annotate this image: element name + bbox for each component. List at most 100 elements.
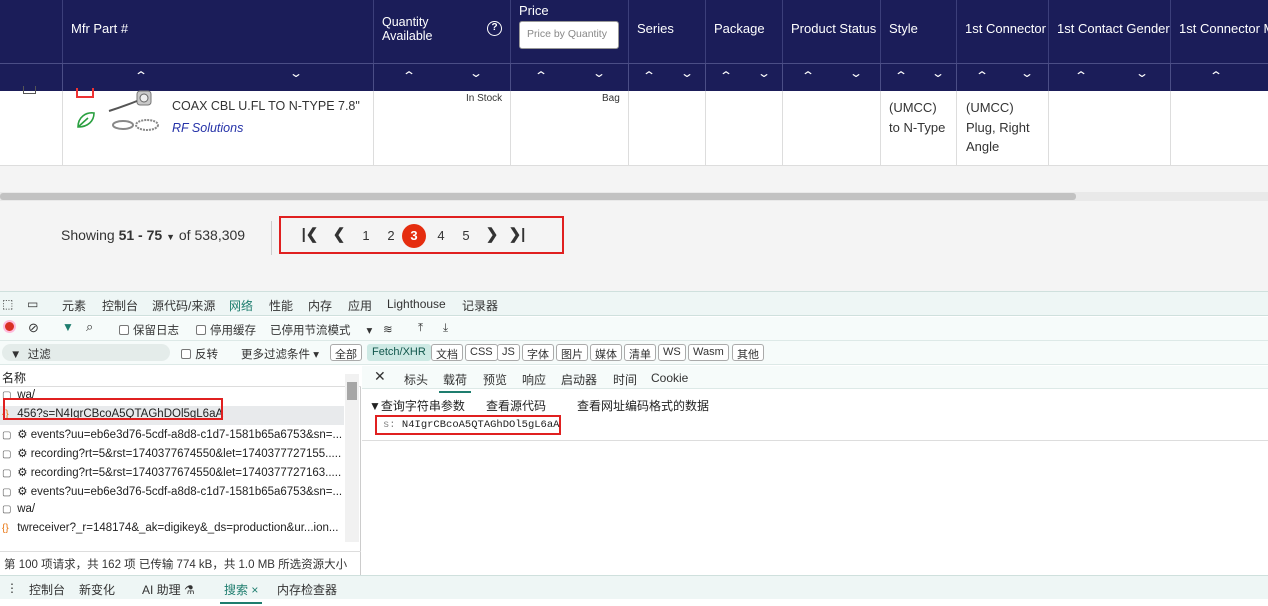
- view-source-link[interactable]: 查看源代码: [486, 397, 546, 414]
- sort-ascending-icon[interactable]: ⌃: [534, 69, 548, 83]
- filter-input[interactable]: ▼ 过滤: [2, 344, 170, 361]
- sort-ascending-icon[interactable]: ⌃: [975, 69, 989, 83]
- request-row[interactable]: ▢ ⚙ recording?rt=5&rst=1740377674550&let…: [0, 444, 344, 463]
- tab-elements[interactable]: 元素: [62, 297, 86, 314]
- tab-preview[interactable]: 预览: [483, 371, 507, 388]
- caret-down-icon[interactable]: ▼: [166, 232, 175, 242]
- inspect-element-icon[interactable]: ⬚: [2, 297, 13, 311]
- drawer-menu-icon[interactable]: ⋮: [6, 581, 18, 595]
- request-row[interactable]: {} twreceiver?_r=148174&_ak=digikey&_ds=…: [0, 520, 344, 539]
- tab-sources[interactable]: 源代码/来源: [152, 297, 215, 314]
- filter-chip-manifest[interactable]: 清单: [624, 344, 656, 361]
- query-param-row[interactable]: s: N4IgrCBcoA5QTAGhDOl5gL6aA: [375, 415, 561, 435]
- tab-application[interactable]: 应用: [348, 297, 372, 314]
- search-icon[interactable]: ⌕: [86, 319, 93, 335]
- first-page-icon[interactable]: |❮: [300, 225, 320, 243]
- help-icon[interactable]: ?: [487, 21, 502, 36]
- filter-chip-ws[interactable]: WS: [658, 344, 686, 361]
- tab-recorder[interactable]: 记录器: [462, 297, 498, 314]
- filter-chip-wasm[interactable]: Wasm: [688, 344, 729, 361]
- tab-performance[interactable]: 性能: [269, 297, 293, 314]
- filter-chip-font[interactable]: 字体: [522, 344, 554, 361]
- export-har-icon[interactable]: ⤓: [443, 322, 448, 335]
- column-package[interactable]: Package: [706, 0, 783, 63]
- view-url-encoded-link[interactable]: 查看网址编码格式的数据: [577, 397, 709, 414]
- column-mfr-part[interactable]: Mfr Part #: [63, 0, 374, 63]
- more-filters-dropdown[interactable]: 更多过滤条件 ▾: [241, 346, 319, 362]
- vertical-scrollbar[interactable]: [345, 374, 359, 542]
- sort-ascending-icon[interactable]: ⌃: [402, 69, 416, 83]
- column-product-status[interactable]: Product Status: [783, 0, 881, 63]
- tab-cookies[interactable]: Cookie: [651, 371, 688, 385]
- page-4[interactable]: 4: [431, 228, 451, 243]
- request-row[interactable]: ▢ wa/: [0, 501, 344, 520]
- sort-ascending-icon[interactable]: ⌃: [801, 69, 815, 83]
- tab-memory[interactable]: 内存: [308, 297, 332, 314]
- preserve-log-checkbox[interactable]: 保留日志: [119, 322, 179, 338]
- page-1[interactable]: 1: [356, 228, 376, 243]
- drawer-tab-search[interactable]: 搜索 ×: [219, 581, 263, 604]
- import-har-icon[interactable]: ⤒: [418, 322, 423, 335]
- sort-ascending-icon[interactable]: ⌃: [1209, 69, 1223, 83]
- close-icon[interactable]: ✕: [374, 368, 386, 385]
- sort-ascending-icon[interactable]: ⌃: [1074, 69, 1088, 83]
- column-1st-connector[interactable]: 1st Connector: [957, 0, 1049, 63]
- column-contact-gender[interactable]: 1st Contact Gender: [1049, 0, 1171, 63]
- filter-chip-css[interactable]: CSS: [465, 344, 498, 361]
- manufacturer-link[interactable]: RF Solutions: [172, 119, 243, 139]
- price-quantity-input[interactable]: Price by Quantity: [519, 21, 619, 49]
- drawer-tab-console[interactable]: 控制台: [29, 581, 65, 598]
- tab-payload[interactable]: 载荷: [438, 371, 472, 393]
- filter-chip-js[interactable]: JS: [497, 344, 520, 361]
- filter-icon[interactable]: ▼: [62, 320, 74, 334]
- sort-ascending-icon[interactable]: ⌃: [719, 69, 733, 83]
- name-column-header[interactable]: 名称: [0, 366, 361, 387]
- prev-page-icon[interactable]: ❮: [329, 225, 349, 243]
- sort-descending-icon[interactable]: ⌄: [469, 66, 483, 80]
- record-icon[interactable]: [3, 320, 16, 333]
- tab-initiator[interactable]: 启动器: [561, 371, 597, 388]
- query-params-section[interactable]: ▼查询字符串参数: [369, 397, 465, 414]
- page-3-current[interactable]: 3: [402, 224, 426, 248]
- datasheet-icon[interactable]: [76, 88, 94, 98]
- tab-lighthouse[interactable]: Lighthouse: [387, 297, 446, 311]
- sort-descending-icon[interactable]: ⌄: [757, 66, 771, 80]
- filter-chip-img[interactable]: 图片: [556, 344, 588, 361]
- column-style[interactable]: Style: [881, 0, 957, 63]
- request-row[interactable]: ▢ ⚙ events?uu=eb6e3d76-5cdf-a8d8-c1d7-15…: [0, 425, 344, 444]
- throttle-select[interactable]: 已停用节流模式 ▾: [270, 322, 372, 338]
- drawer-tab-memory-inspector[interactable]: 内存检查器: [277, 581, 337, 598]
- network-conditions-icon[interactable]: ≋: [383, 322, 393, 336]
- sort-descending-icon[interactable]: ⌄: [849, 66, 863, 80]
- column-connector-mount[interactable]: 1st Connector M: [1171, 0, 1268, 63]
- request-row[interactable]: ▢ ⚙ recording?rt=5&rst=1740377674550&let…: [0, 463, 344, 482]
- sort-descending-icon[interactable]: ⌄: [1135, 66, 1149, 80]
- row-checkbox[interactable]: [23, 86, 36, 94]
- drawer-tab-changes[interactable]: 新变化: [79, 581, 115, 598]
- request-row[interactable]: ▢ ⚙ events?uu=eb6e3d76-5cdf-a8d8-c1d7-15…: [0, 482, 344, 501]
- filter-chip-media[interactable]: 媒体: [590, 344, 622, 361]
- results-per-page-select[interactable]: 51 - 75: [119, 227, 163, 243]
- tab-headers[interactable]: 标头: [404, 371, 428, 388]
- tab-console[interactable]: 控制台: [102, 297, 138, 314]
- invert-checkbox[interactable]: 反转: [181, 346, 218, 362]
- sort-ascending-icon[interactable]: ⌃: [894, 69, 908, 83]
- clear-icon[interactable]: ⊘: [28, 320, 39, 336]
- sort-descending-icon[interactable]: ⌄: [592, 66, 606, 80]
- filter-chip-other[interactable]: 其他: [732, 344, 764, 361]
- last-page-icon[interactable]: ❯|: [507, 225, 527, 243]
- horizontal-scrollbar[interactable]: [0, 192, 1268, 201]
- sort-ascending-icon[interactable]: ⌃: [642, 69, 656, 83]
- page-5[interactable]: 5: [456, 228, 476, 243]
- page-2[interactable]: 2: [381, 228, 401, 243]
- sort-descending-icon[interactable]: ⌄: [289, 66, 303, 80]
- sort-descending-icon[interactable]: ⌄: [931, 66, 945, 80]
- device-toolbar-icon[interactable]: ▭: [27, 297, 38, 311]
- sort-descending-icon[interactable]: ⌄: [680, 66, 694, 80]
- scrollbar-thumb[interactable]: [347, 382, 357, 400]
- sort-descending-icon[interactable]: ⌄: [1020, 66, 1034, 80]
- drawer-tab-ai-assistant[interactable]: AI 助理 ⚗: [142, 581, 195, 598]
- column-quantity[interactable]: Quantity Available ?: [374, 0, 511, 63]
- tab-timing[interactable]: 时间: [613, 371, 637, 388]
- scrollbar-thumb[interactable]: [0, 193, 1076, 200]
